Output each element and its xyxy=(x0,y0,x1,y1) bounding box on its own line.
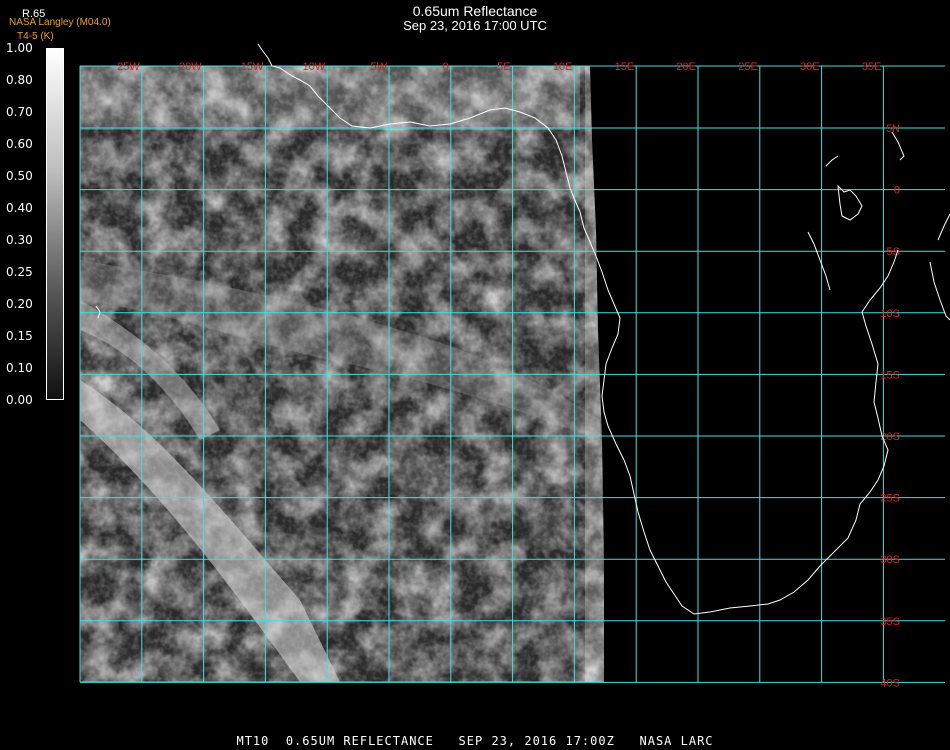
latitude-label: 25S xyxy=(880,493,900,505)
colorbar-tick-label: 0.60 xyxy=(6,137,33,151)
longitude-label: 35E xyxy=(862,61,882,73)
satellite-map: 25W 20W 15W 10W 5W 0 5E 10E 15E 20E 25E 30E 35E5N05S… xyxy=(47,43,950,689)
longitude-label: 0 xyxy=(443,61,449,73)
colorbar-tick-label: 0.15 xyxy=(6,329,33,343)
latitude-label: 10S xyxy=(880,308,900,320)
longitude-label: 25E xyxy=(738,61,758,73)
colorbar-tick-label: 0.25 xyxy=(6,265,33,279)
longitude-label: 15W xyxy=(241,61,264,73)
longitude-label: 10W xyxy=(303,61,326,73)
colorbar-tick-label: 0.40 xyxy=(6,201,33,215)
colorbar-frame xyxy=(46,48,64,400)
latitude-label: 20S xyxy=(880,431,900,443)
longitude-label: 20W xyxy=(179,61,202,73)
colorbar-tick-label: 0.80 xyxy=(6,73,33,87)
colorbar-tick-label: 0.50 xyxy=(6,169,33,183)
latitude-label: 15S xyxy=(880,369,900,381)
latitude-label: 30S xyxy=(880,554,900,566)
longitude-label: 5E xyxy=(497,61,510,73)
latitude-label: 40S xyxy=(880,677,900,689)
colorbar-tick-label: 0.70 xyxy=(6,105,33,119)
colorbar-tick-label: 1.00 xyxy=(6,41,33,55)
longitude-label: 5W xyxy=(371,61,388,73)
longitude-label: 10E xyxy=(553,61,573,73)
colorbar-tick-label: 0.30 xyxy=(6,233,33,247)
longitude-label: 30E xyxy=(800,61,820,73)
longitude-label: 15E xyxy=(615,61,635,73)
colorbar-tick-label: 0.20 xyxy=(6,297,33,311)
footer-caption: MT10 0.65UM REFLECTANCE SEP 23, 2016 17:… xyxy=(236,734,714,748)
latitude-label: 0 xyxy=(894,185,900,197)
latitude-label: 35S xyxy=(880,616,900,628)
longitude-label: 20E xyxy=(676,61,696,73)
colorbar-tick-label: 0.10 xyxy=(6,361,33,375)
colorbar-tick-label: 0.00 xyxy=(6,393,33,407)
latitude-label: 5S xyxy=(887,246,900,258)
longitude-label: 25W xyxy=(117,61,140,73)
